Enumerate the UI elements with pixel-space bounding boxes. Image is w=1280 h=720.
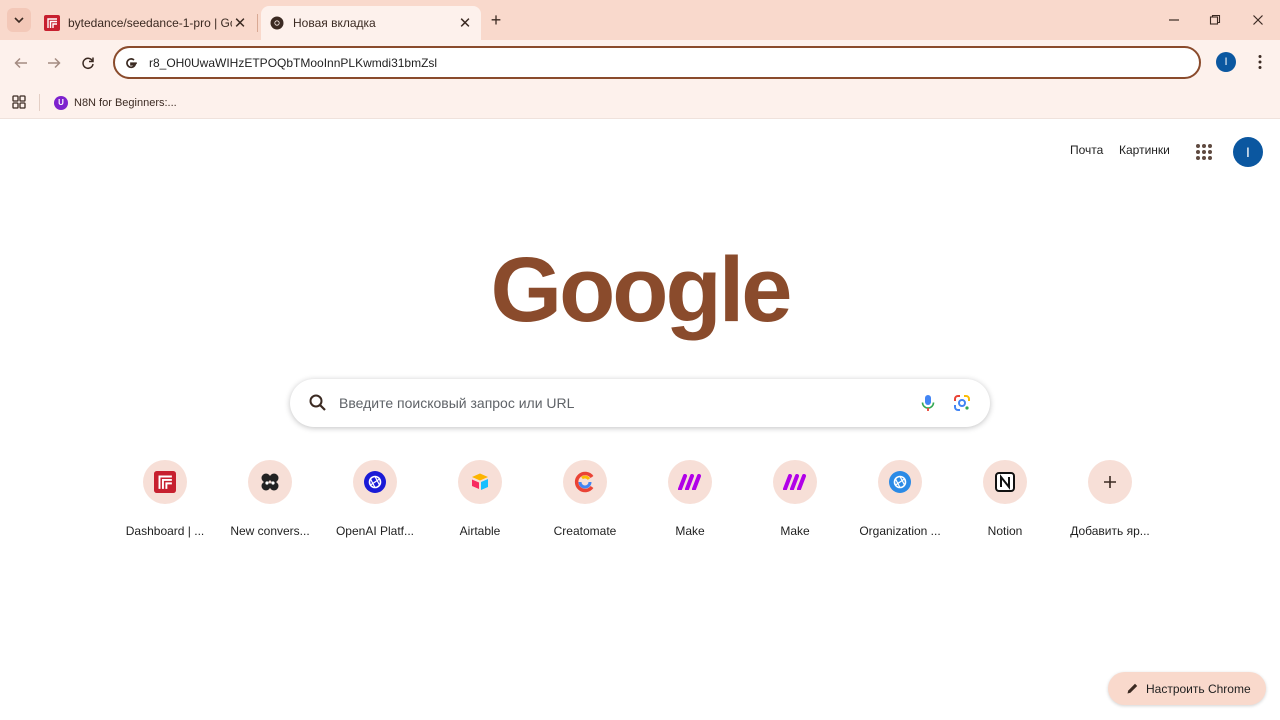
google-apps-icon[interactable] [1192,140,1216,164]
pencil-icon [1124,681,1140,697]
creatomate-icon [563,460,607,504]
chevron-down-icon [14,17,24,24]
toolbar [0,40,1280,86]
logo-text: Google [491,239,791,341]
google-g-icon [123,55,139,71]
bot-icon [248,460,292,504]
address-input[interactable] [149,55,1049,70]
bookmark-n8n[interactable]: U N8N for Beginners:... [48,90,185,115]
shortcut-label: Добавить яр... [1070,524,1150,538]
customize-chrome-button[interactable]: Настроить Chrome [1108,672,1266,705]
replicate-icon [44,15,60,31]
shortcut-label: OpenAI Platf... [335,524,415,538]
mail-link[interactable]: Почта [1070,143,1103,157]
close-window-icon[interactable] [1238,6,1278,34]
shortcut-tile[interactable]: Airtable [428,452,532,552]
tab-close-icon[interactable]: ✕ [457,15,473,32]
openai-icon [353,460,397,504]
shortcut-tile[interactable]: Make [743,452,847,552]
forward-icon[interactable] [40,49,68,77]
bookmarks-bar: U N8N for Beginners:... [0,86,1280,119]
back-icon[interactable] [7,49,35,77]
airtable-icon [458,460,502,504]
restore-icon[interactable] [1195,6,1235,34]
add-shortcut-button[interactable]: Добавить яр... [1058,452,1162,552]
bookmarks-separator [39,94,40,111]
shortcut-tile[interactable]: New convers... [218,452,322,552]
search-input[interactable] [339,391,899,415]
openai-icon [878,460,922,504]
account-avatar[interactable]: I [1233,137,1263,167]
shortcut-label: Notion [987,524,1023,538]
shortcut-label: Creatomate [553,524,617,538]
search-icon [309,394,326,411]
customize-label: Настроить Chrome [1146,681,1251,696]
images-link[interactable]: Картинки [1119,143,1170,157]
tab-search-button[interactable] [7,8,31,32]
shortcut-label: Airtable [459,524,501,538]
notion-icon [983,460,1027,504]
address-bar[interactable] [113,46,1201,79]
n8n-icon: U [54,95,68,110]
profile-button[interactable]: I [1216,52,1236,72]
shortcut-label: Dashboard | ... [125,524,205,538]
shortcut-tile[interactable]: Creatomate [533,452,637,552]
tab-new-tab[interactable]: Новая вкладка ✕ [261,6,481,40]
tab-title: Новая вкладка [293,16,376,30]
shortcut-tile[interactable]: Make [638,452,742,552]
shortcut-label: Make [675,524,705,538]
shortcut-tile[interactable]: Notion [953,452,1057,552]
tab-title: bytedance/seedance-1-pro | Gc [68,16,232,30]
search-box[interactable] [290,379,990,427]
shortcut-label: New convers... [230,524,310,538]
make-icon [773,460,817,504]
shortcut-tile[interactable]: Dashboard | ... [113,452,217,552]
shortcut-tile[interactable]: OpenAI Platf... [323,452,427,552]
plus-icon [1088,460,1132,504]
tab-strip: bytedance/seedance-1-pro | Gc ✕ Новая вк… [0,0,1280,40]
more-menu-icon[interactable] [1250,50,1270,74]
tab-close-icon[interactable]: ✕ [232,15,248,32]
minimize-icon[interactable] [1154,6,1194,34]
shortcut-tile[interactable]: Organization ... [848,452,952,552]
google-logo: Google [440,236,840,346]
bookmark-label: N8N for Beginners:... [74,96,177,109]
shortcuts-grid: Dashboard | ... New convers... OpenAI Pl… [113,452,1163,552]
shortcut-label: Organization ... [859,524,941,538]
tab-separator [257,14,258,32]
apps-grid-icon[interactable] [10,93,28,111]
google-lens-icon[interactable] [952,393,972,413]
microphone-icon[interactable] [918,393,938,413]
make-icon [668,460,712,504]
reload-icon[interactable] [74,49,102,77]
shortcut-label: Make [780,524,810,538]
chrome-icon [269,15,285,31]
tab-replicate[interactable]: bytedance/seedance-1-pro | Gc ✕ [36,6,256,40]
new-tab-plus-icon[interactable]: + [485,9,507,31]
replicate-icon [143,460,187,504]
